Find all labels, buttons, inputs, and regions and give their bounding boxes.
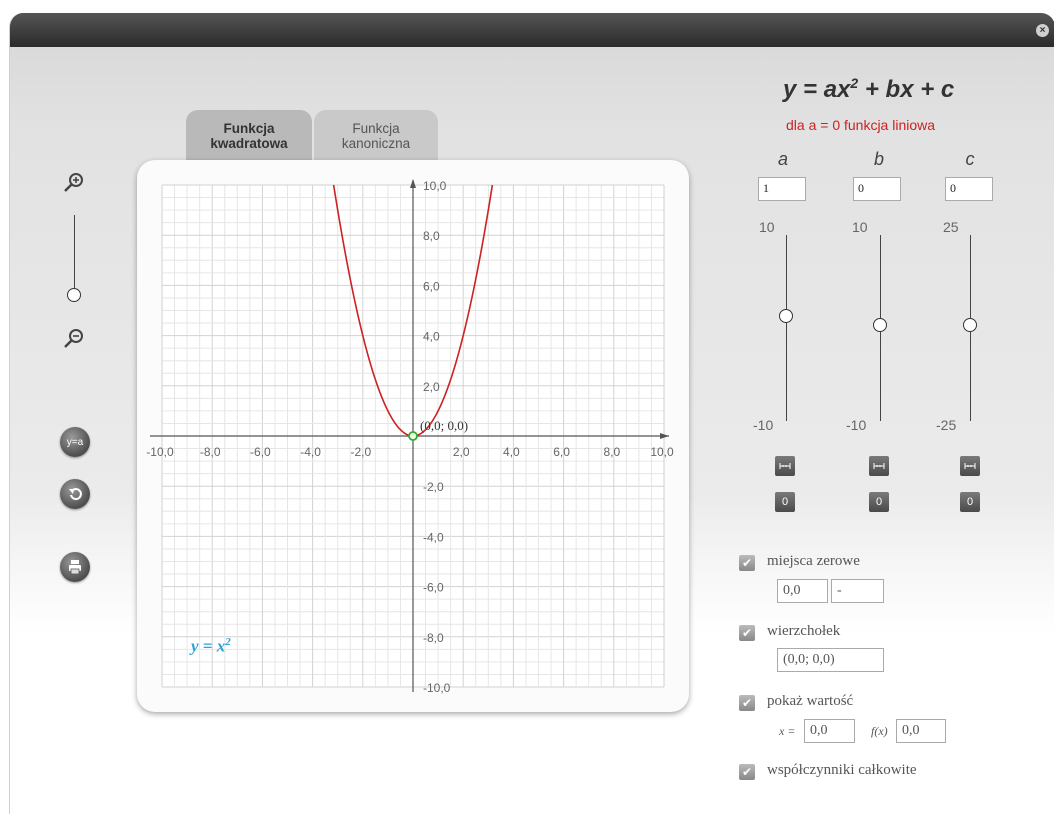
vertex-point — [408, 431, 418, 441]
reset-b-button[interactable]: 0 — [869, 492, 889, 512]
zoom-slider-track[interactable] — [74, 215, 75, 295]
y-tick-label: 8,0 — [423, 229, 440, 243]
x-tick-label: -6,0 — [250, 445, 271, 459]
vertex-coordinate-label: (0,0; 0,0) — [420, 418, 468, 433]
slider-c-max: 25 — [943, 219, 959, 235]
x-value-input[interactable]: 0,0 — [804, 719, 855, 743]
zoom-slider-handle[interactable] — [67, 288, 81, 302]
y-tick-label: -10,0 — [423, 681, 451, 695]
tab-quadratic-line1: Funkcja — [223, 121, 275, 136]
graph-panel: -10,0 -8,0 -6,0 -4,0 -2,0 2,0 4,0 6,0 8,0 10,0 10,… — [137, 160, 689, 712]
x-tick-label: -4,0 — [300, 445, 321, 459]
function-label: y = x2 — [191, 636, 231, 657]
reset-c-button[interactable]: 0 — [960, 492, 980, 512]
x-tick-label: 10,0 — [650, 445, 674, 459]
slider-c-min: -25 — [936, 417, 957, 433]
x-value-label: x = — [779, 724, 796, 738]
range-icon — [964, 463, 976, 469]
vertex-label: wierzchołek — [767, 623, 841, 639]
slider-a-track[interactable] — [786, 235, 787, 421]
formula-note: dla a = 0 funkcja liniowa — [786, 117, 936, 133]
coef-c-label: c — [965, 149, 975, 169]
slider-b-max: 10 — [852, 219, 868, 235]
x-tick-label: 8,0 — [603, 445, 620, 459]
coef-b-label: b — [873, 149, 884, 169]
app-window: × y=a Funkcja kwadratowa Funkcja kanonic… — [9, 13, 1054, 814]
coef-a-label: a — [777, 149, 788, 169]
y-equals-a-label: y=a — [66, 436, 84, 448]
function-label-text: y = x — [191, 636, 226, 656]
slider-b-handle[interactable] — [873, 318, 887, 332]
y-tick-label: 6,0 — [423, 279, 440, 293]
zoom-in-icon[interactable] — [62, 170, 86, 194]
zeros-checkbox[interactable]: ✔ — [739, 555, 755, 571]
show-value-label: pokaż wartość — [767, 693, 854, 709]
zero1-field: 0,0 — [777, 579, 828, 603]
close-button[interactable]: × — [1036, 24, 1049, 37]
zeros-label: miejsca zerowe — [767, 553, 860, 569]
print-icon — [69, 560, 81, 575]
slider-a-min: -10 — [753, 417, 774, 433]
y-tick-label: 10,0 — [423, 179, 447, 193]
graph-canvas[interactable]: -10,0 -8,0 -6,0 -4,0 -2,0 2,0 4,0 6,0 8,0 10,0 10,… — [137, 160, 689, 712]
y-tick-label: 4,0 — [423, 330, 440, 344]
fx-value-field: 0,0 — [896, 719, 946, 743]
reset-a-button[interactable]: 0 — [775, 492, 795, 512]
coef-b-input[interactable]: 0 — [853, 177, 901, 201]
x-tick-label: 2,0 — [453, 445, 470, 459]
x-tick-label: -2,0 — [350, 445, 371, 459]
y-tick-label: -4,0 — [423, 530, 444, 544]
zero2-field: - — [831, 579, 884, 603]
range-c-button[interactable] — [960, 456, 980, 476]
range-a-button[interactable] — [775, 456, 795, 476]
range-icon — [873, 463, 885, 469]
zoom-out-icon[interactable] — [62, 326, 86, 350]
y-tick-label: -6,0 — [423, 581, 444, 595]
tab-canonical-line1: Funkcja — [352, 121, 400, 136]
coef-a-input[interactable]: 1 — [758, 177, 806, 201]
tab-quadratic-line2: kwadratowa — [210, 136, 288, 151]
tab-canonical-line2: kanoniczna — [341, 136, 411, 151]
title-bar: × — [10, 13, 1054, 47]
slider-a-max: 10 — [759, 219, 775, 235]
print-button[interactable] — [60, 552, 90, 582]
general-formula: y = ax2 + bx + c — [783, 75, 954, 104]
slider-c-handle[interactable] — [963, 318, 977, 332]
integer-coefs-checkbox[interactable]: ✔ — [739, 764, 755, 780]
x-tick-label: -8,0 — [200, 445, 221, 459]
range-b-button[interactable] — [869, 456, 889, 476]
fx-value-label: f(x) — [871, 724, 888, 738]
integer-coefs-label: współczynniki całkowite — [767, 762, 917, 778]
formula-part1: y = ax — [783, 76, 851, 103]
y-equals-a-button[interactable]: y=a — [60, 427, 90, 457]
tab-canonical-function[interactable]: Funkcja kanoniczna — [314, 110, 438, 160]
coef-c-input[interactable]: 0 — [945, 177, 993, 201]
y-axis-arrow — [410, 179, 416, 188]
x-tick-label: 6,0 — [553, 445, 570, 459]
formula-part2: + bx + c — [858, 76, 955, 103]
tab-quadratic-function[interactable]: Funkcja kwadratowa — [186, 110, 312, 160]
y-tick-label: -8,0 — [423, 631, 444, 645]
vertex-field: (0,0; 0,0) — [777, 648, 884, 672]
y-tick-label: 2,0 — [423, 380, 440, 394]
undo-button[interactable] — [60, 479, 90, 509]
x-tick-label: 4,0 — [503, 445, 520, 459]
slider-b-min: -10 — [846, 417, 867, 433]
vertex-checkbox[interactable]: ✔ — [739, 625, 755, 641]
range-icon — [779, 463, 791, 469]
x-tick-label: -10,0 — [146, 445, 174, 459]
function-label-exponent: 2 — [225, 636, 231, 648]
undo-icon — [69, 488, 82, 501]
show-value-checkbox[interactable]: ✔ — [739, 695, 755, 711]
y-tick-label: -2,0 — [423, 480, 444, 494]
slider-a-handle[interactable] — [779, 309, 793, 323]
